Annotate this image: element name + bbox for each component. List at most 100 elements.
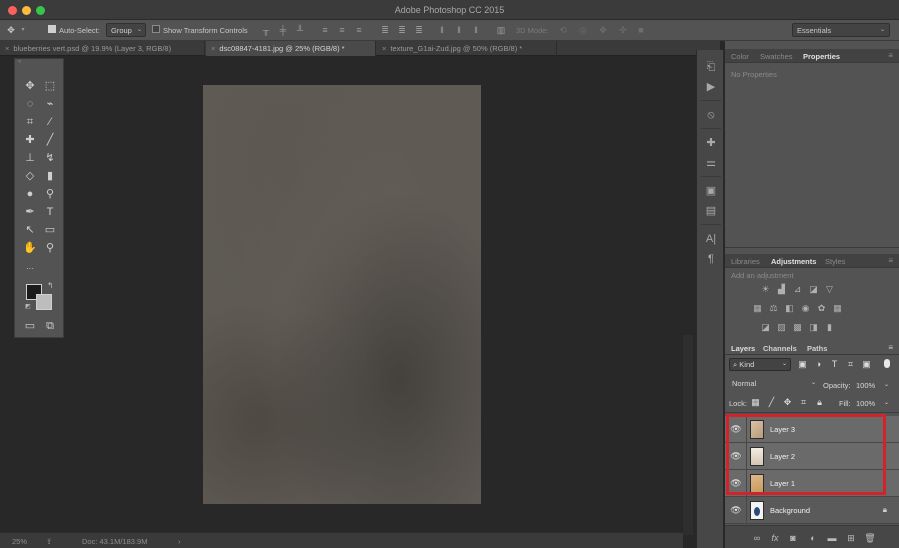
3d-scale-icon[interactable]: ■ xyxy=(636,25,646,35)
crop-icon[interactable]: ⌗ xyxy=(22,115,38,129)
layer-row[interactable]: 👁︎ Layer 3 xyxy=(725,416,899,443)
share-icon[interactable]: ⇪ xyxy=(46,537,52,546)
brush-settings-icon[interactable]: ⚌ xyxy=(703,156,719,170)
lock-position-icon[interactable]: ✥ xyxy=(782,397,793,408)
delete-layer-icon[interactable]: 🗑︎ xyxy=(864,532,876,544)
layer-name[interactable]: Layer 1 xyxy=(770,479,795,488)
character-icon[interactable]: A| xyxy=(703,232,719,246)
align-vcenter-icon[interactable]: ╪ xyxy=(278,25,288,35)
close-tab-icon[interactable]: × xyxy=(5,44,9,53)
filter-toggle[interactable] xyxy=(884,359,890,368)
status-menu-icon[interactable]: › xyxy=(178,537,181,546)
close-tab-icon[interactable]: × xyxy=(382,44,386,53)
tab-styles[interactable]: Styles xyxy=(825,257,845,266)
distribute-left-icon[interactable]: ‖ xyxy=(437,25,447,35)
filter-type-icon[interactable]: T xyxy=(829,359,840,370)
eye-icon[interactable]: 👁︎ xyxy=(730,424,742,434)
chevron-down-icon[interactable]: ⌄ xyxy=(884,381,889,388)
exposure-icon[interactable]: ◪ xyxy=(808,284,819,295)
swap-colors-icon[interactable]: ↰ xyxy=(47,281,54,290)
panel-menu-icon[interactable]: ≡ xyxy=(888,343,893,352)
chevron-down-icon[interactable]: ⌄ xyxy=(884,399,889,406)
layer-style-icon[interactable]: fx xyxy=(769,532,781,544)
show-transform-checkbox[interactable] xyxy=(152,25,160,33)
lock-icon[interactable]: 🔒︎ xyxy=(883,505,887,515)
actions-play-icon[interactable]: ▶ xyxy=(703,80,719,94)
fill-value[interactable]: 100% xyxy=(856,399,875,408)
collapse-toolbox-icon[interactable]: « xyxy=(18,59,21,65)
history-icon[interactable]: ⎗ xyxy=(703,60,719,74)
document-tab-active[interactable]: × dsc08847-4181.jpg @ 25% (RGB/8) * xyxy=(206,41,376,56)
lock-image-icon[interactable]: ╱ xyxy=(766,397,777,408)
distribute-bottom-icon[interactable]: ≣ xyxy=(414,25,424,35)
background-color-swatch[interactable] xyxy=(36,294,52,310)
eye-icon[interactable]: 👁︎ xyxy=(730,451,742,461)
gradient-icon[interactable]: ▮ xyxy=(42,169,58,183)
curves-icon[interactable]: ⊿ xyxy=(792,284,803,295)
eye-icon[interactable]: 👁︎ xyxy=(730,505,742,515)
adjustment-layer-icon[interactable]: ◐ xyxy=(807,532,819,544)
align-right-icon[interactable]: ≡ xyxy=(354,25,364,35)
close-tab-icon[interactable]: × xyxy=(211,44,215,53)
navigator-icon[interactable]: ▣ xyxy=(703,184,719,198)
tab-color[interactable]: Color xyxy=(731,52,749,61)
align-bottom-icon[interactable]: ╨ xyxy=(295,25,305,35)
hue-saturation-icon[interactable]: ▦ xyxy=(752,303,763,314)
threshold-icon[interactable]: ▩ xyxy=(792,322,803,333)
layer-row[interactable]: 👁︎ Layer 1 xyxy=(725,470,899,497)
auto-align-icon[interactable]: ▥ xyxy=(496,25,506,35)
layer-row[interactable]: 👁︎ Layer 2 xyxy=(725,443,899,470)
info-icon[interactable]: ▤ xyxy=(703,204,719,218)
layer-filter-dropdown[interactable]: ⌕ Kind ⌄ xyxy=(729,358,791,371)
distribute-top-icon[interactable]: ≣ xyxy=(380,25,390,35)
tab-swatches[interactable]: Swatches xyxy=(760,52,793,61)
posterize-icon[interactable]: ▨ xyxy=(776,322,787,333)
tab-properties[interactable]: Properties xyxy=(803,52,840,61)
rectangle-icon[interactable]: ▭ xyxy=(42,223,58,237)
marquee-icon[interactable]: ⬚ xyxy=(42,79,58,93)
filter-adjustment-icon[interactable]: ◑ xyxy=(813,359,824,370)
auto-select-dropdown[interactable]: Group ⌄ xyxy=(106,23,146,37)
eye-icon[interactable]: 👁︎ xyxy=(730,478,742,488)
brush-icon[interactable]: ╱ xyxy=(42,133,58,147)
dodge-icon[interactable]: ⚲ xyxy=(42,187,58,201)
clone-stamp-icon[interactable]: ⊥ xyxy=(22,151,38,165)
distribute-hcenter-icon[interactable]: ‖ xyxy=(454,25,464,35)
eraser-icon[interactable]: ◇ xyxy=(22,169,38,183)
vibrance-icon[interactable]: ▽ xyxy=(824,284,835,295)
canvas-image[interactable] xyxy=(203,85,481,504)
document-tab[interactable]: × blueberries vert.psd @ 19.9% (Layer 3, … xyxy=(0,41,205,56)
blur-icon[interactable]: ● xyxy=(22,187,38,201)
levels-icon[interactable]: ▟ xyxy=(776,284,787,295)
photo-filter-icon[interactable]: ◉ xyxy=(800,303,811,314)
auto-select-checkbox[interactable] xyxy=(48,25,56,33)
layer-row[interactable]: 👁︎ Background 🔒︎ xyxy=(725,497,899,524)
align-top-icon[interactable]: ╥ xyxy=(261,25,271,35)
zoom-icon[interactable]: ⚲ xyxy=(42,241,58,255)
eyedropper-icon[interactable]: ⁄ xyxy=(42,115,58,129)
opacity-value[interactable]: 100% xyxy=(856,381,875,390)
tab-channels[interactable]: Channels xyxy=(763,344,797,353)
3d-roll-icon[interactable]: ◎ xyxy=(578,25,588,35)
layer-name[interactable]: Layer 3 xyxy=(770,425,795,434)
move-tool-icon[interactable]: ✥ xyxy=(6,25,16,35)
tab-paths[interactable]: Paths xyxy=(807,344,827,353)
selective-color-icon[interactable]: ◨ xyxy=(808,322,819,333)
filter-smart-object-icon[interactable]: ▣ xyxy=(861,359,872,370)
layer-name[interactable]: Layer 2 xyxy=(770,452,795,461)
filter-pixel-icon[interactable]: ▣ xyxy=(797,359,808,370)
default-colors-icon[interactable]: ◩ xyxy=(25,303,31,310)
quick-mask-icon[interactable]: ▭ xyxy=(22,319,38,333)
healing-brush-icon[interactable]: ✚ xyxy=(22,133,38,147)
channel-mixer-icon[interactable]: ✿ xyxy=(816,303,827,314)
zoom-level[interactable]: 25% xyxy=(12,537,27,546)
panel-menu-icon[interactable]: ≡ xyxy=(888,256,893,265)
tab-adjustments[interactable]: Adjustments xyxy=(771,257,816,266)
type-icon[interactable]: T xyxy=(42,205,58,219)
lock-transparent-icon[interactable]: ▦ xyxy=(750,397,761,408)
history-brush-icon[interactable]: ↯ xyxy=(42,151,58,165)
screen-mode-icon[interactable]: ⧉ xyxy=(42,319,58,333)
tool-preset-chevron-icon[interactable]: ▾ xyxy=(18,25,28,35)
gradient-map-icon[interactable]: ▮ xyxy=(824,322,835,333)
layer-name[interactable]: Background xyxy=(770,506,810,515)
